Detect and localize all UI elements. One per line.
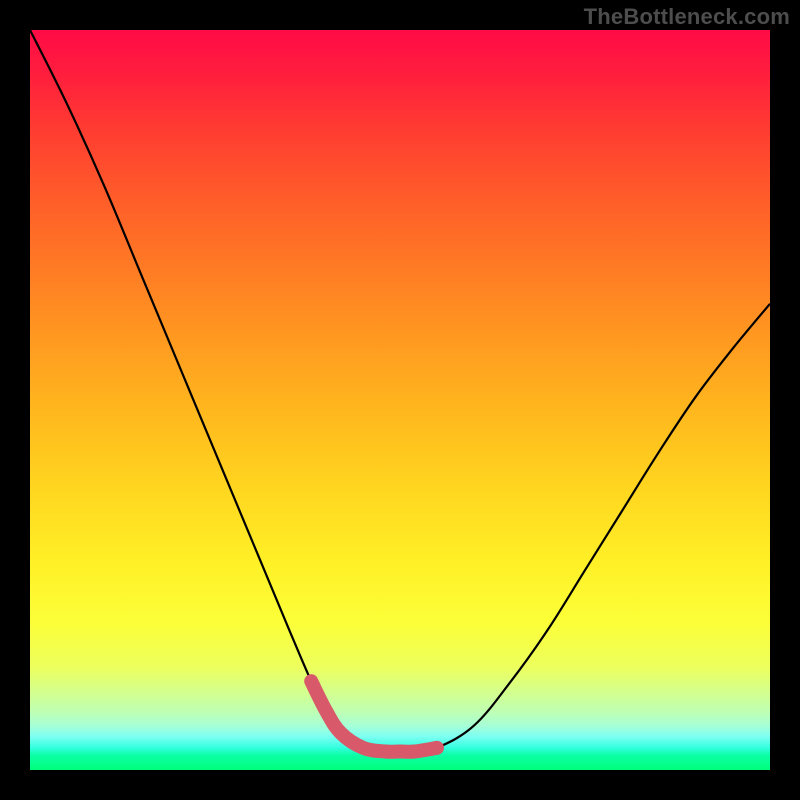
chart-svg [30,30,770,770]
bottleneck-curve [30,30,770,752]
chart-frame: TheBottleneck.com [0,0,800,800]
plot-area [30,30,770,770]
optimal-zone-highlight [311,681,437,752]
watermark-text: TheBottleneck.com [584,4,790,30]
